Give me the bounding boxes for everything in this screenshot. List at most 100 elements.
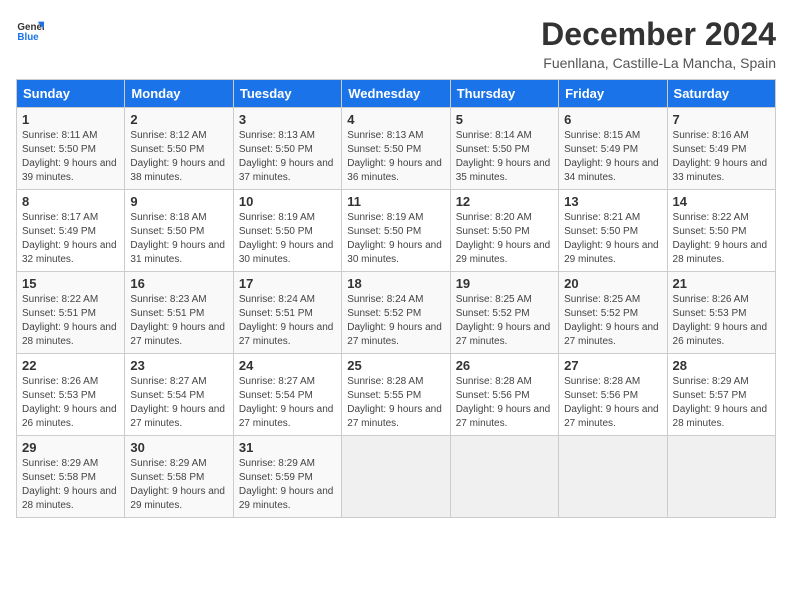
day-number: 30 xyxy=(130,440,227,455)
calendar-week-row: 1 Sunrise: 8:11 AM Sunset: 5:50 PM Daylig… xyxy=(17,108,776,190)
day-number: 19 xyxy=(456,276,553,291)
weekday-header-thursday: Thursday xyxy=(450,80,558,108)
day-number: 26 xyxy=(456,358,553,373)
calendar-cell: 18 Sunrise: 8:24 AM Sunset: 5:52 PM Dayli… xyxy=(342,272,450,354)
day-info: Sunrise: 8:22 AM Sunset: 5:51 PM Dayligh… xyxy=(22,293,119,349)
weekday-header-monday: Monday xyxy=(125,80,233,108)
calendar-cell: 11Sunrise: 8:19 AM Sunset: 5:50 PM Dayli… xyxy=(342,190,450,272)
day-info: Sunrise: 8:28 AM Sunset: 5:56 PM Dayligh… xyxy=(456,375,553,431)
day-info: Sunrise: 8:19 AM Sunset: 5:50 PM Dayligh… xyxy=(239,211,336,267)
day-number: 13 xyxy=(564,194,661,209)
day-info: Sunrise: 8:18 AM Sunset: 5:50 PM Dayligh… xyxy=(130,211,227,267)
calendar-cell: 1 Sunrise: 8:11 AM Sunset: 5:50 PM Daylig… xyxy=(17,108,125,190)
day-info: Sunrise: 8:24 AM Sunset: 5:52 PM Dayligh… xyxy=(347,293,444,349)
day-number: 29 xyxy=(22,440,119,455)
calendar-cell: 28Sunrise: 8:29 AM Sunset: 5:57 PM Dayli… xyxy=(667,354,775,436)
calendar-cell: 22 Sunrise: 8:26 AM Sunset: 5:53 PM Dayli… xyxy=(17,354,125,436)
day-number: 3 xyxy=(239,112,336,127)
day-number: 12 xyxy=(456,194,553,209)
day-number: 18 xyxy=(347,276,444,291)
day-number: 10 xyxy=(239,194,336,209)
page-header: General Blue December 2024 Fuenllana, Ca… xyxy=(16,16,776,71)
weekday-header-wednesday: Wednesday xyxy=(342,80,450,108)
calendar-week-row: 29 Sunrise: 8:29 AM Sunset: 5:58 PM Dayli… xyxy=(17,436,776,518)
calendar-header: SundayMondayTuesdayWednesdayThursdayFrid… xyxy=(17,80,776,108)
day-info: Sunrise: 8:29 AM Sunset: 5:58 PM Dayligh… xyxy=(130,457,227,513)
calendar-table: SundayMondayTuesdayWednesdayThursdayFrid… xyxy=(16,79,776,518)
weekday-header-tuesday: Tuesday xyxy=(233,80,341,108)
day-number: 16 xyxy=(130,276,227,291)
calendar-cell: 5 Sunrise: 8:14 AM Sunset: 5:50 PM Daylig… xyxy=(450,108,558,190)
day-number: 1 xyxy=(22,112,119,127)
day-info: Sunrise: 8:26 AM Sunset: 5:53 PM Dayligh… xyxy=(673,293,770,349)
day-info: Sunrise: 8:26 AM Sunset: 5:53 PM Dayligh… xyxy=(22,375,119,431)
calendar-cell: 27Sunrise: 8:28 AM Sunset: 5:56 PM Dayli… xyxy=(559,354,667,436)
weekday-header-sunday: Sunday xyxy=(17,80,125,108)
calendar-cell: 12Sunrise: 8:20 AM Sunset: 5:50 PM Dayli… xyxy=(450,190,558,272)
calendar-cell: 13 Sunrise: 8:21 AM Sunset: 5:50 PM Dayli… xyxy=(559,190,667,272)
day-number: 24 xyxy=(239,358,336,373)
day-info: Sunrise: 8:23 AM Sunset: 5:51 PM Dayligh… xyxy=(130,293,227,349)
calendar-cell xyxy=(450,436,558,518)
calendar-cell: 31 Sunrise: 8:29 AM Sunset: 5:59 PM Dayli… xyxy=(233,436,341,518)
month-year-title: December 2024 xyxy=(541,16,776,53)
day-info: Sunrise: 8:27 AM Sunset: 5:54 PM Dayligh… xyxy=(239,375,336,431)
day-info: Sunrise: 8:13 AM Sunset: 5:50 PM Dayligh… xyxy=(239,129,336,185)
day-number: 8 xyxy=(22,194,119,209)
day-info: Sunrise: 8:19 AM Sunset: 5:50 PM Dayligh… xyxy=(347,211,444,267)
title-block: December 2024 Fuenllana, Castille-La Man… xyxy=(541,16,776,71)
day-number: 31 xyxy=(239,440,336,455)
calendar-cell: 25Sunrise: 8:28 AM Sunset: 5:55 PM Dayli… xyxy=(342,354,450,436)
day-number: 9 xyxy=(130,194,227,209)
calendar-cell: 19 Sunrise: 8:25 AM Sunset: 5:52 PM Dayli… xyxy=(450,272,558,354)
day-info: Sunrise: 8:14 AM Sunset: 5:50 PM Dayligh… xyxy=(456,129,553,185)
calendar-week-row: 15 Sunrise: 8:22 AM Sunset: 5:51 PM Dayli… xyxy=(17,272,776,354)
day-info: Sunrise: 8:16 AM Sunset: 5:49 PM Dayligh… xyxy=(673,129,770,185)
calendar-body: 1 Sunrise: 8:11 AM Sunset: 5:50 PM Daylig… xyxy=(17,108,776,518)
calendar-cell xyxy=(559,436,667,518)
day-number: 23 xyxy=(130,358,227,373)
location-subtitle: Fuenllana, Castille-La Mancha, Spain xyxy=(541,55,776,71)
calendar-cell: 15 Sunrise: 8:22 AM Sunset: 5:51 PM Dayli… xyxy=(17,272,125,354)
calendar-cell: 9 Sunrise: 8:18 AM Sunset: 5:50 PM Daylig… xyxy=(125,190,233,272)
day-number: 15 xyxy=(22,276,119,291)
day-info: Sunrise: 8:21 AM Sunset: 5:50 PM Dayligh… xyxy=(564,211,661,267)
calendar-cell: 4 Sunrise: 8:13 AM Sunset: 5:50 PM Daylig… xyxy=(342,108,450,190)
svg-text:Blue: Blue xyxy=(17,32,39,43)
day-info: Sunrise: 8:27 AM Sunset: 5:54 PM Dayligh… xyxy=(130,375,227,431)
day-number: 6 xyxy=(564,112,661,127)
day-info: Sunrise: 8:28 AM Sunset: 5:56 PM Dayligh… xyxy=(564,375,661,431)
day-number: 2 xyxy=(130,112,227,127)
day-info: Sunrise: 8:11 AM Sunset: 5:50 PM Dayligh… xyxy=(22,129,119,185)
calendar-cell: 6 Sunrise: 8:15 AM Sunset: 5:49 PM Daylig… xyxy=(559,108,667,190)
weekday-header-saturday: Saturday xyxy=(667,80,775,108)
calendar-cell: 20Sunrise: 8:25 AM Sunset: 5:52 PM Dayli… xyxy=(559,272,667,354)
day-number: 21 xyxy=(673,276,770,291)
calendar-cell: 16 Sunrise: 8:23 AM Sunset: 5:51 PM Dayli… xyxy=(125,272,233,354)
day-info: Sunrise: 8:24 AM Sunset: 5:51 PM Dayligh… xyxy=(239,293,336,349)
calendar-cell: 17Sunrise: 8:24 AM Sunset: 5:51 PM Dayli… xyxy=(233,272,341,354)
calendar-week-row: 22 Sunrise: 8:26 AM Sunset: 5:53 PM Dayli… xyxy=(17,354,776,436)
day-number: 20 xyxy=(564,276,661,291)
day-number: 4 xyxy=(347,112,444,127)
calendar-cell xyxy=(342,436,450,518)
calendar-cell: 7 Sunrise: 8:16 AM Sunset: 5:49 PM Daylig… xyxy=(667,108,775,190)
calendar-cell: 14Sunrise: 8:22 AM Sunset: 5:50 PM Dayli… xyxy=(667,190,775,272)
day-number: 7 xyxy=(673,112,770,127)
day-info: Sunrise: 8:17 AM Sunset: 5:49 PM Dayligh… xyxy=(22,211,119,267)
calendar-cell: 10 Sunrise: 8:19 AM Sunset: 5:50 PM Dayli… xyxy=(233,190,341,272)
calendar-cell: 29Sunrise: 8:29 AM Sunset: 5:58 PM Dayli… xyxy=(17,436,125,518)
day-number: 25 xyxy=(347,358,444,373)
day-info: Sunrise: 8:25 AM Sunset: 5:52 PM Dayligh… xyxy=(456,293,553,349)
calendar-cell: 2Sunrise: 8:12 AM Sunset: 5:50 PM Daylig… xyxy=(125,108,233,190)
calendar-cell: 24 Sunrise: 8:27 AM Sunset: 5:54 PM Dayli… xyxy=(233,354,341,436)
day-info: Sunrise: 8:13 AM Sunset: 5:50 PM Dayligh… xyxy=(347,129,444,185)
day-info: Sunrise: 8:15 AM Sunset: 5:49 PM Dayligh… xyxy=(564,129,661,185)
day-number: 5 xyxy=(456,112,553,127)
day-number: 22 xyxy=(22,358,119,373)
day-number: 14 xyxy=(673,194,770,209)
calendar-cell: 8 Sunrise: 8:17 AM Sunset: 5:49 PM Daylig… xyxy=(17,190,125,272)
day-info: Sunrise: 8:29 AM Sunset: 5:59 PM Dayligh… xyxy=(239,457,336,513)
day-number: 28 xyxy=(673,358,770,373)
calendar-cell: 26 Sunrise: 8:28 AM Sunset: 5:56 PM Dayli… xyxy=(450,354,558,436)
